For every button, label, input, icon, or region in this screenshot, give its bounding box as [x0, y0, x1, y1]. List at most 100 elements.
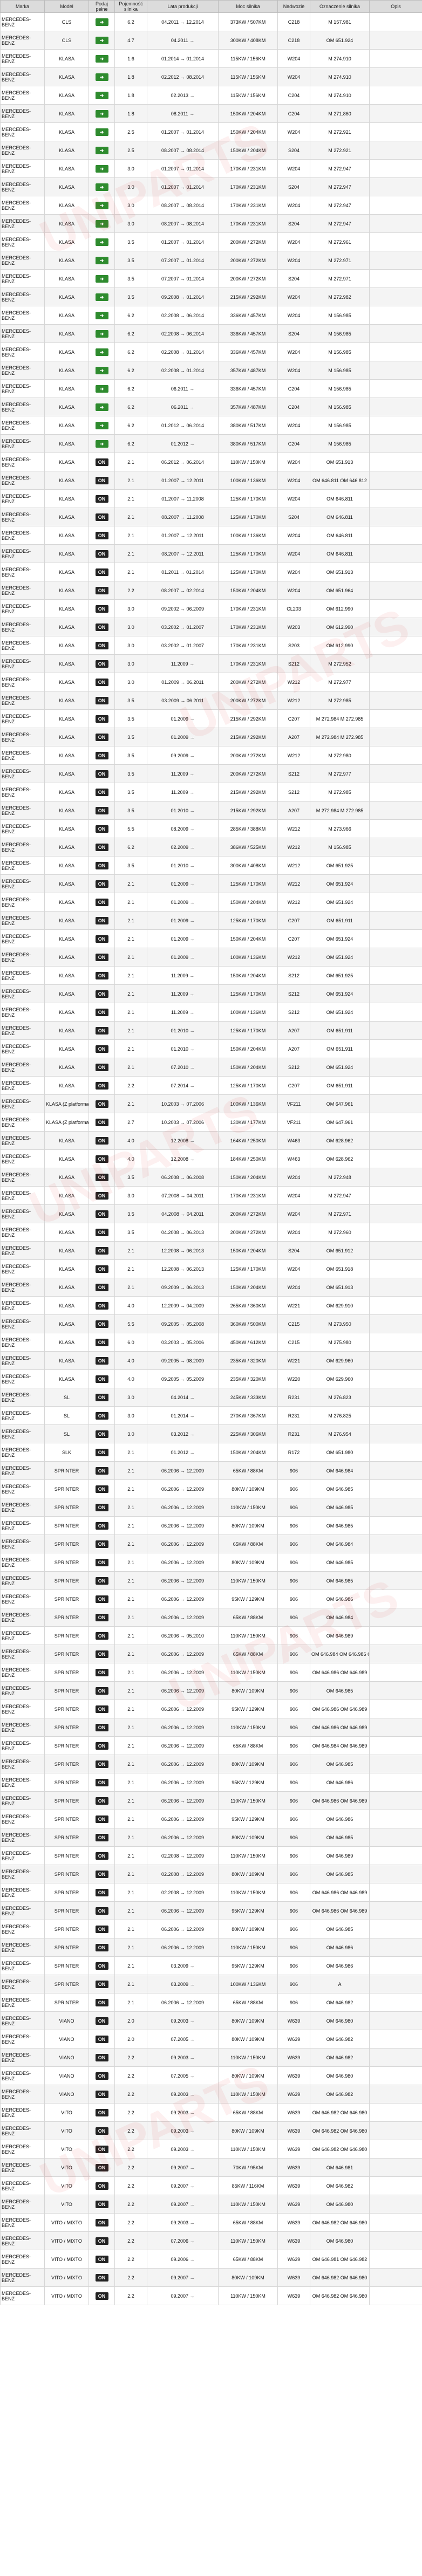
table-row[interactable]: MERCEDES-BENZ KLASA ON 2.1 01.2009 → 125KW / … — [0, 911, 422, 930]
table-row[interactable]: MERCEDES-BENZ KLASA ➜ 6.2 06.2011 → 357KW / 4… — [0, 398, 422, 416]
table-row[interactable]: MERCEDES-BENZ KLASA ON 3.0 03.2002 → 01.2007… — [0, 618, 422, 636]
table-row[interactable]: MERCEDES-BENZ SPRINTER ON 2.1 06.2006 → 12.2… — [0, 1700, 422, 1718]
table-row[interactable]: MERCEDES-BENZ VITO / MIXTO ON 2.2 09.2006 → 6… — [0, 2250, 422, 2269]
table-row[interactable]: MERCEDES-BENZ VITO / MIXTO ON 2.2 07.2006 → 1… — [0, 2231, 422, 2250]
table-row[interactable]: MERCEDES-BENZ KLASA ➜ 1.8 02.2012 → 08.2014 1… — [0, 67, 422, 86]
table-row[interactable]: MERCEDES-BENZ VIANO ON 2.2 07.2005 → 80KW / 1… — [0, 2066, 422, 2085]
table-row[interactable]: MERCEDES-BENZ KLASA ON 2.1 01.2007 → 12.2011… — [0, 526, 422, 545]
table-row[interactable]: MERCEDES-BENZ KLASA ON 2.1 01.2007 → 11.2008… — [0, 489, 422, 508]
table-row[interactable]: MERCEDES-BENZ SPRINTER ON 2.1 06.2006 → 12.2… — [0, 1755, 422, 1773]
table-row[interactable]: MERCEDES-BENZ KLASA ON 2.1 01.2010 → 150KW / … — [0, 1039, 422, 1058]
table-row[interactable]: MERCEDES-BENZ VIANO ON 2.0 09.2003 → 80KW / 1… — [0, 2011, 422, 2030]
table-row[interactable]: MERCEDES-BENZ KLASA ➜ 6.2 02.2008 → 01.2014 3… — [0, 361, 422, 380]
table-row[interactable]: MERCEDES-BENZ KLASA ON 4.0 09.2005 → 08.2009… — [0, 1351, 422, 1370]
table-row[interactable]: MERCEDES-BENZ VITO ON 2.2 09.2003 → 110KW / 1… — [0, 2140, 422, 2159]
table-row[interactable]: MERCEDES-BENZ VIANO ON 2.2 09.2003 → 110KW / … — [0, 2048, 422, 2067]
table-row[interactable]: MERCEDES-BENZ SPRINTER ON 2.1 06.2006 → 12.2… — [0, 1791, 422, 1810]
table-row[interactable]: MERCEDES-BENZ KLASA ON 3.0 09.2002 → 06.2009… — [0, 599, 422, 618]
table-row[interactable]: MERCEDES-BENZ KLASA ➜ 3.0 01.2007 → 01.2014 1… — [0, 177, 422, 196]
table-row[interactable]: MERCEDES-BENZ KLASA ➜ 3.5 07.2007 → 01.2014 2… — [0, 251, 422, 270]
table-row[interactable]: MERCEDES-BENZ KLASA ON 2.1 09.2009 → 06.2013… — [0, 1278, 422, 1297]
table-row[interactable]: MERCEDES-BENZ VITO / MIXTO ON 2.2 09.2007 → 1… — [0, 2286, 422, 2305]
table-row[interactable]: MERCEDES-BENZ SPRINTER ON 2.1 02.2008 → 12.2… — [0, 1846, 422, 1865]
table-row[interactable]: MERCEDES-BENZKLASA (Z platforma / podwoz… — [0, 1113, 422, 1132]
table-row[interactable]: MERCEDES-BENZ KLASA ON 3.5 11.2009 → 200KW / … — [0, 764, 422, 783]
table-row[interactable]: MERCEDES-BENZ KLASA ➜ 3.0 08.2007 → 08.2014 1… — [0, 196, 422, 215]
table-row[interactable]: MERCEDES-BENZ VITO ON 2.2 09.2007 → 85KW / 11… — [0, 2176, 422, 2195]
column-header[interactable]: Lata produkcji — [147, 0, 219, 13]
table-row[interactable]: MERCEDES-BENZ VITO / MIXTO ON 2.2 09.2007 → 8… — [0, 2268, 422, 2287]
table-row[interactable]: MERCEDES-BENZ KLASA ON 2.1 08.2007 → 12.2011… — [0, 544, 422, 563]
table-row[interactable]: MERCEDES-BENZ SPRINTER ON 2.1 02.2008 → 12.2… — [0, 1883, 422, 1902]
column-header[interactable]: Oznaczenie silnika — [310, 0, 370, 13]
table-row[interactable]: MERCEDES-BENZ KLASA ON 3.0 07.2008 → 04.2011… — [0, 1186, 422, 1205]
table-row[interactable]: MERCEDES-BENZ SPRINTER ON 2.1 06.2006 → 12.2… — [0, 1773, 422, 1792]
table-row[interactable]: MERCEDES-BENZ KLASA ➜ 6.2 02.2008 → 06.2014 3… — [0, 306, 422, 325]
table-row[interactable]: MERCEDES-BENZ SPRINTER ON 2.1 06.2006 → 12.2… — [0, 1516, 422, 1535]
column-header[interactable]: Model — [44, 0, 89, 13]
table-row[interactable]: MERCEDES-BENZ SL ON 3.0 01.2014 → 270KW / 367… — [0, 1406, 422, 1425]
table-row[interactable]: MERCEDES-BENZ CLS ➜ 4.7 04.2011 → 300KW / 408… — [0, 31, 422, 50]
table-row[interactable]: MERCEDES-BENZ SPRINTER ON 2.1 06.2006 → 12.2… — [0, 1590, 422, 1608]
table-row[interactable]: MERCEDES-BENZ KLASA ON 2.1 12.2008 → 06.2013… — [0, 1259, 422, 1278]
table-row[interactable]: MERCEDES-BENZ KLASA ON 3.5 04.2008 → 06.2013… — [0, 1223, 422, 1242]
table-row[interactable]: MERCEDES-BENZ SPRINTER ON 2.1 06.2006 → 12.2… — [0, 1571, 422, 1590]
table-row[interactable]: MERCEDES-BENZ SPRINTER ON 2.1 06.2006 → 12.2… — [0, 1718, 422, 1737]
table-row[interactable]: MERCEDES-BENZ VITO / MIXTO ON 2.2 09.2003 → 6… — [0, 2213, 422, 2232]
table-row[interactable]: MERCEDES-BENZ KLASA ➜ 3.5 01.2007 → 01.2014 2… — [0, 232, 422, 251]
table-row[interactable]: MERCEDES-BENZ SPRINTER ON 2.1 06.2006 → 12.2… — [0, 1461, 422, 1480]
table-row[interactable]: MERCEDES-BENZ VITO ON 2.2 09.2003 → 80KW / 10… — [0, 2121, 422, 2140]
table-row[interactable]: MERCEDES-BENZ KLASA ON 2.2 07.2014 → 125KW / … — [0, 1076, 422, 1095]
table-row[interactable]: MERCEDES-BENZ KLASA ON 4.0 09.2005 → 05.2009… — [0, 1369, 422, 1388]
table-row[interactable]: MERCEDES-BENZ KLASA ON 2.1 07.2010 → 150KW / … — [0, 1058, 422, 1077]
table-row[interactable]: MERCEDES-BENZ KLASA ➜ 1.8 02.2013 → 115KW / 1… — [0, 86, 422, 105]
table-row[interactable]: MERCEDES-BENZ KLASA ON 6.0 03.2003 → 05.2006… — [0, 1333, 422, 1352]
column-header[interactable]: Marka — [0, 0, 45, 13]
table-row[interactable]: MERCEDES-BENZ SL ON 3.0 03.2012 → 225KW / 306… — [0, 1424, 422, 1443]
table-row[interactable]: MERCEDES-BENZ KLASA ON 5.5 08.2009 → 285KW / … — [0, 819, 422, 838]
table-row[interactable]: MERCEDES-BENZ SPRINTER ON 2.1 06.2006 → 05.2… — [0, 1626, 422, 1645]
table-row[interactable]: MERCEDES-BENZ KLASA ON 3.5 01.2010 → 215KW / … — [0, 801, 422, 820]
table-row[interactable]: MERCEDES-BENZKLASA (Z platforma / podwoz… — [0, 1094, 422, 1113]
table-row[interactable]: MERCEDES-BENZ KLASA ON 3.5 06.2008 → 06.2008… — [0, 1168, 422, 1187]
table-row[interactable]: MERCEDES-BENZ KLASA ON 2.1 11.2009 → 150KW / … — [0, 966, 422, 985]
table-row[interactable]: MERCEDES-BENZ SPRINTER ON 2.1 06.2006 → 12.2… — [0, 1736, 422, 1755]
table-row[interactable]: MERCEDES-BENZ SPRINTER ON 2.1 06.2006 → 12.2… — [0, 1938, 422, 1957]
table-row[interactable]: MERCEDES-BENZ KLASA ON 5.5 09.2005 → 05.2008… — [0, 1314, 422, 1333]
column-header[interactable]: Moc silnika — [218, 0, 278, 13]
table-row[interactable]: MERCEDES-BENZ VITO ON 2.2 09.2007 → 110KW / 1… — [0, 2195, 422, 2214]
table-row[interactable]: MERCEDES-BENZ KLASA ON 6.2 02.2009 → 386KW / … — [0, 838, 422, 857]
table-row[interactable]: MERCEDES-BENZ KLASA ON 3.5 01.2010 → 300KW / … — [0, 856, 422, 875]
table-row[interactable]: MERCEDES-BENZ KLASA ON 3.5 04.2008 → 04.2011… — [0, 1204, 422, 1223]
table-row[interactable]: MERCEDES-BENZ SPRINTER ON 2.1 06.2006 → 12.2… — [0, 1608, 422, 1627]
table-row[interactable]: MERCEDES-BENZ VITO ON 2.2 09.2003 → 65KW / 88… — [0, 2103, 422, 2122]
table-row[interactable]: MERCEDES-BENZ SPRINTER ON 2.1 06.2006 → 12.2… — [0, 1901, 422, 1920]
table-row[interactable]: MERCEDES-BENZ KLASA ➜ 3.0 08.2007 → 08.2014 1… — [0, 214, 422, 233]
table-row[interactable]: MERCEDES-BENZ CLS ➜ 6.2 04.2011 → 12.2014 373… — [0, 12, 422, 31]
table-row[interactable]: MERCEDES-BENZ KLASA ➜ 2.5 01.2007 → 01.2014 1… — [0, 122, 422, 141]
table-row[interactable]: MERCEDES-BENZ SPRINTER ON 2.1 06.2006 → 12.2… — [0, 1498, 422, 1517]
table-row[interactable]: MERCEDES-BENZ SPRINTER ON 2.1 06.2006 → 12.2… — [0, 1663, 422, 1682]
table-row[interactable]: MERCEDES-BENZ KLASA ON 3.0 11.2009 → 170KW / … — [0, 654, 422, 673]
table-row[interactable]: MERCEDES-BENZ KLASA ➜ 6.2 01.2012 → 380KW / 5… — [0, 434, 422, 453]
column-header[interactable]: Podaj pełne — [89, 0, 115, 13]
table-row[interactable]: MERCEDES-BENZ KLASA ➜ 3.5 07.2007 → 01.2014 2… — [0, 269, 422, 288]
table-row[interactable]: MERCEDES-BENZ VIANO ON 2.2 09.2003 → 110KW / … — [0, 2085, 422, 2104]
table-row[interactable]: MERCEDES-BENZ KLASA ➜ 1.8 08.2011 → 150KW / 2… — [0, 104, 422, 123]
table-row[interactable]: MERCEDES-BENZ SPRINTER ON 2.1 06.2006 → 12.2… — [0, 1920, 422, 1938]
table-row[interactable]: MERCEDES-BENZ KLASA ON 3.5 01.2009 → 215KW / … — [0, 709, 422, 728]
table-row[interactable]: MERCEDES-BENZ KLASA ON 2.1 01.2011 → 01.2014… — [0, 563, 422, 581]
table-row[interactable]: MERCEDES-BENZ SPRINTER ON 2.1 06.2006 → 12.2… — [0, 1681, 422, 1700]
table-row[interactable]: MERCEDES-BENZ KLASA ON 2.1 11.2009 → 100KW / … — [0, 1003, 422, 1022]
table-row[interactable]: MERCEDES-BENZ SLK ON 2.1 01.2012 → 150KW / 20… — [0, 1443, 422, 1462]
table-row[interactable]: MERCEDES-BENZ KLASA ON 4.0 12.2008 → 184KW / … — [0, 1149, 422, 1168]
table-row[interactable]: MERCEDES-BENZ KLASA ON 3.5 09.2009 → 200KW / … — [0, 746, 422, 765]
table-row[interactable]: MERCEDES-BENZ KLASA ON 3.0 03.2002 → 01.2007… — [0, 636, 422, 655]
table-row[interactable]: MERCEDES-BENZ KLASA ON 4.0 12.2009 → 04.2009… — [0, 1296, 422, 1315]
table-row[interactable]: MERCEDES-BENZ KLASA ➜ 6.2 02.2008 → 06.2014 3… — [0, 324, 422, 343]
table-row[interactable]: MERCEDES-BENZ SPRINTER ON 2.1 06.2006 → 12.2… — [0, 1534, 422, 1553]
table-row[interactable]: MERCEDES-BENZ KLASA ON 2.1 08.2007 → 11.2008… — [0, 508, 422, 526]
table-row[interactable]: MERCEDES-BENZ SPRINTER ON 2.1 06.2006 → 12.2… — [0, 1645, 422, 1663]
table-row[interactable]: MERCEDES-BENZ KLASA ➜ 6.2 06.2011 → 336KW / 4… — [0, 379, 422, 398]
table-row[interactable]: MERCEDES-BENZ KLASA ON 2.1 01.2009 → 150KW / … — [0, 893, 422, 912]
